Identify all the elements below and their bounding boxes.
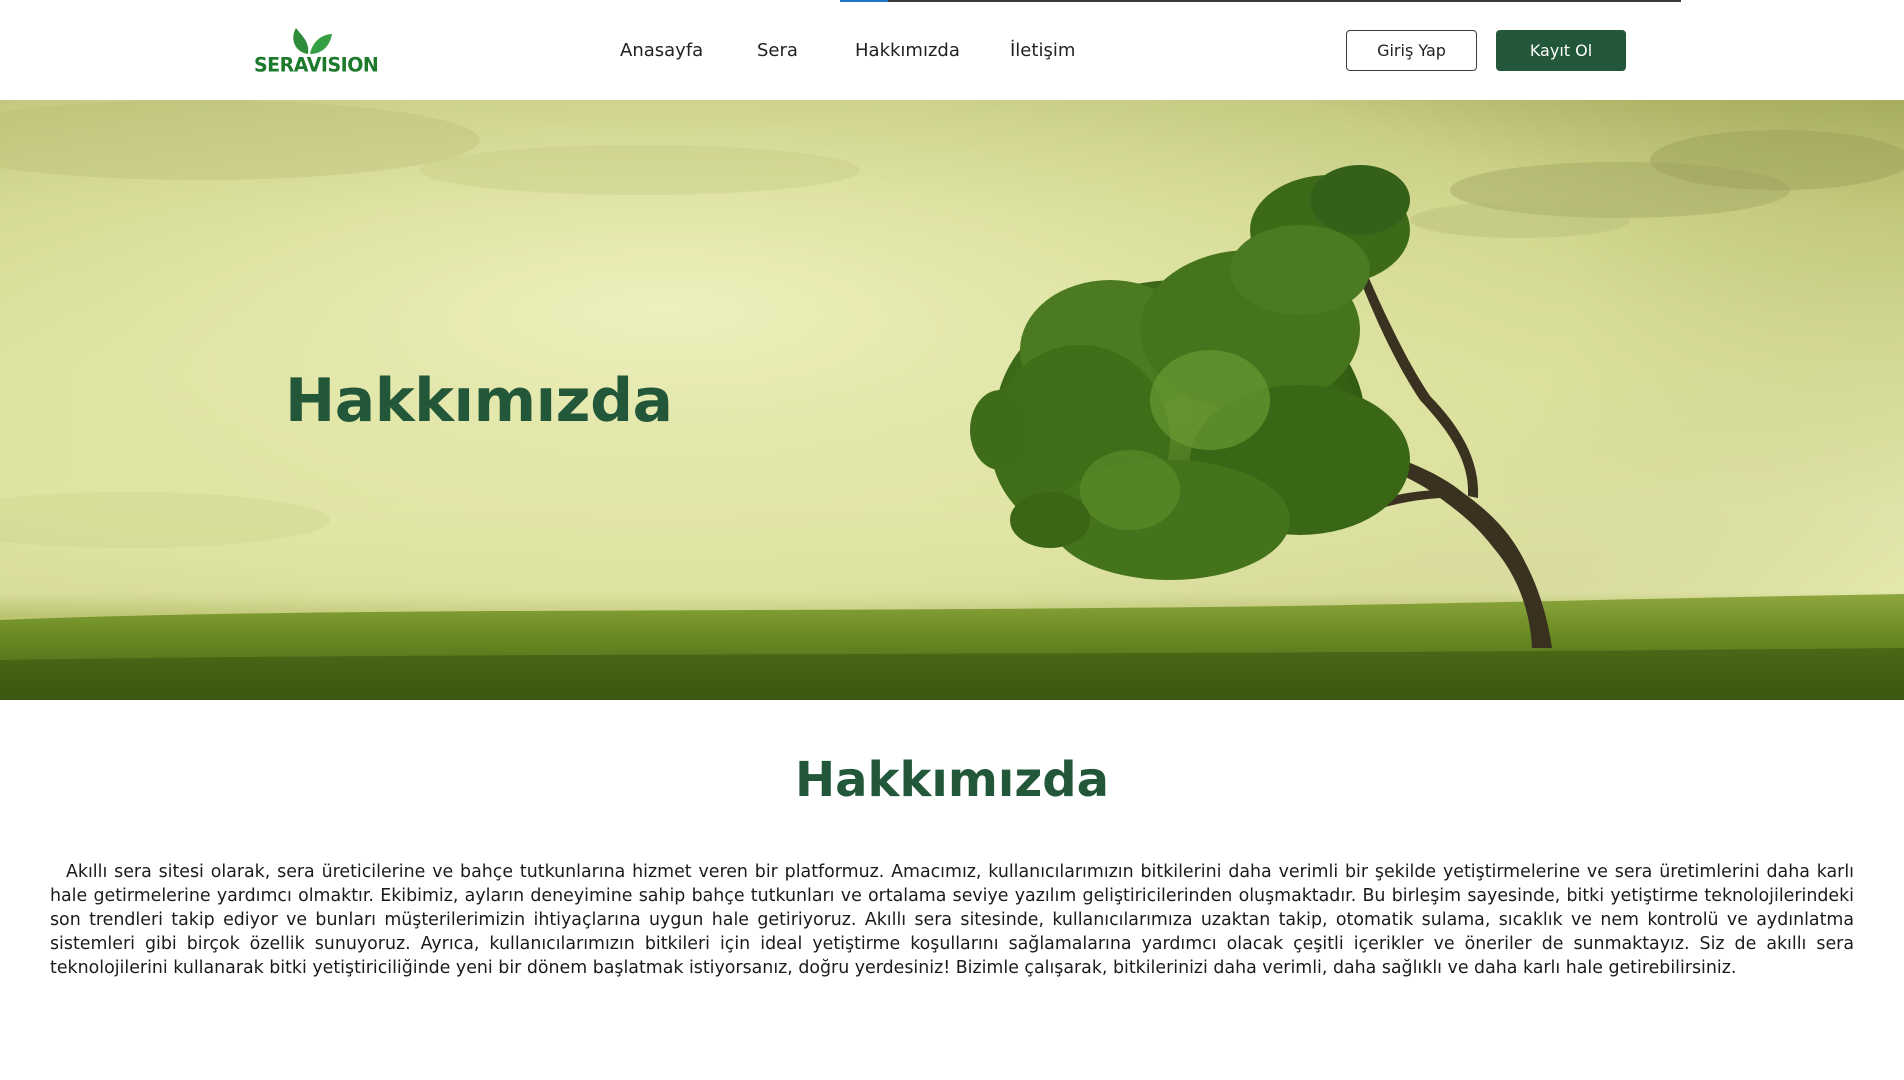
hero-banner: Hakkımızda [0, 100, 1904, 700]
seravision-logo[interactable]: SERAVISION [254, 22, 379, 80]
nav-active-indicator [840, 0, 1681, 2]
nav-item-anasayfa[interactable]: Anasayfa [620, 40, 703, 61]
logo-text: SERAVISION [254, 53, 379, 77]
register-button[interactable]: Kayıt Ol [1496, 30, 1626, 71]
nav-active-indicator-accent [840, 0, 888, 2]
about-section-title: Hakkımızda [794, 752, 1109, 808]
nav-item-iletisim[interactable]: İletişim [1010, 40, 1075, 61]
nav-item-sera[interactable]: Sera [757, 40, 798, 61]
hero-title: Hakkımızda [285, 366, 673, 436]
nav-item-hakkimizda[interactable]: Hakkımızda [855, 40, 960, 61]
about-paragraph: Akıllı sera sitesi olarak, sera üreticil… [50, 862, 1854, 978]
site-header: SERAVISION Anasayfa Sera Hakkımızda İlet… [0, 0, 1904, 100]
login-button[interactable]: Giriş Yap [1346, 30, 1477, 71]
